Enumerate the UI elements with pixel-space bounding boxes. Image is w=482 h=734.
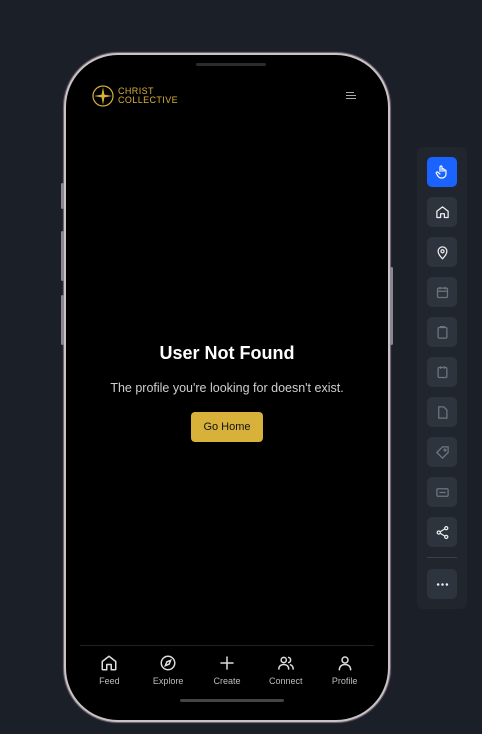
phone-frame: Christ Collective User Not Found The pro… — [61, 55, 393, 720]
note-icon — [437, 365, 447, 378]
nav-item-feed[interactable]: Feed — [81, 646, 137, 704]
side-button-volume-up — [61, 231, 64, 281]
tag-icon — [435, 445, 449, 459]
location-pin-icon — [436, 245, 448, 260]
home-icon — [101, 655, 117, 671]
star-logo-icon — [92, 85, 114, 107]
brand-name-line2: Collective — [118, 95, 179, 105]
share-icon — [436, 525, 448, 539]
error-message: The profile you're looking for doesn't e… — [110, 381, 344, 395]
document-icon — [437, 405, 447, 419]
nav-label: Connect — [269, 676, 303, 686]
nav-item-create[interactable]: Create — [199, 646, 255, 704]
nav-item-connect[interactable]: Connect — [258, 646, 314, 704]
nav-label: Profile — [331, 676, 358, 686]
nav-item-profile[interactable]: Profile — [317, 646, 373, 704]
tool-palette — [417, 147, 467, 609]
card-icon — [435, 487, 449, 497]
home-indicator — [180, 699, 284, 702]
tag-tool[interactable] — [427, 437, 457, 467]
share-tool[interactable] — [427, 517, 457, 547]
location-tool[interactable] — [427, 237, 457, 267]
note-tool[interactable] — [427, 357, 457, 387]
user-icon — [338, 656, 351, 671]
phone-screen: Christ Collective User Not Found The pro… — [72, 61, 382, 714]
calendar-icon — [436, 286, 448, 298]
nav-item-explore[interactable]: Explore — [140, 646, 196, 704]
plus-icon — [220, 656, 234, 670]
clipboard-tool[interactable] — [427, 317, 457, 347]
clipboard-icon — [437, 325, 447, 339]
brand-logo[interactable]: Christ Collective — [92, 85, 178, 107]
home-icon — [435, 205, 449, 218]
go-home-button[interactable]: Go Home — [191, 412, 263, 442]
pointer-tool[interactable] — [427, 157, 457, 187]
side-button-power — [390, 267, 393, 345]
home-tool[interactable] — [427, 197, 457, 227]
pointer-icon — [435, 165, 447, 179]
document-tool[interactable] — [427, 397, 457, 427]
side-button-volume-down — [61, 295, 64, 345]
bottom-nav: Feed Explore Create Connect Profile — [80, 645, 374, 704]
compass-icon — [160, 655, 176, 671]
toolbar-divider — [427, 557, 457, 558]
hamburger-menu-icon[interactable] — [346, 90, 356, 100]
users-icon — [277, 656, 294, 670]
nav-label: Explore — [152, 676, 184, 686]
nav-label: Create — [213, 676, 241, 686]
more-tool[interactable] — [427, 569, 457, 599]
card-tool[interactable] — [427, 477, 457, 507]
speaker-notch — [196, 63, 266, 66]
nav-label: Feed — [99, 676, 120, 686]
not-found-panel: User Not Found The profile you're lookin… — [72, 343, 382, 442]
more-icon — [436, 582, 448, 586]
error-title: User Not Found — [159, 343, 295, 363]
calendar-tool[interactable] — [427, 277, 457, 307]
side-button-mute — [61, 183, 64, 209]
